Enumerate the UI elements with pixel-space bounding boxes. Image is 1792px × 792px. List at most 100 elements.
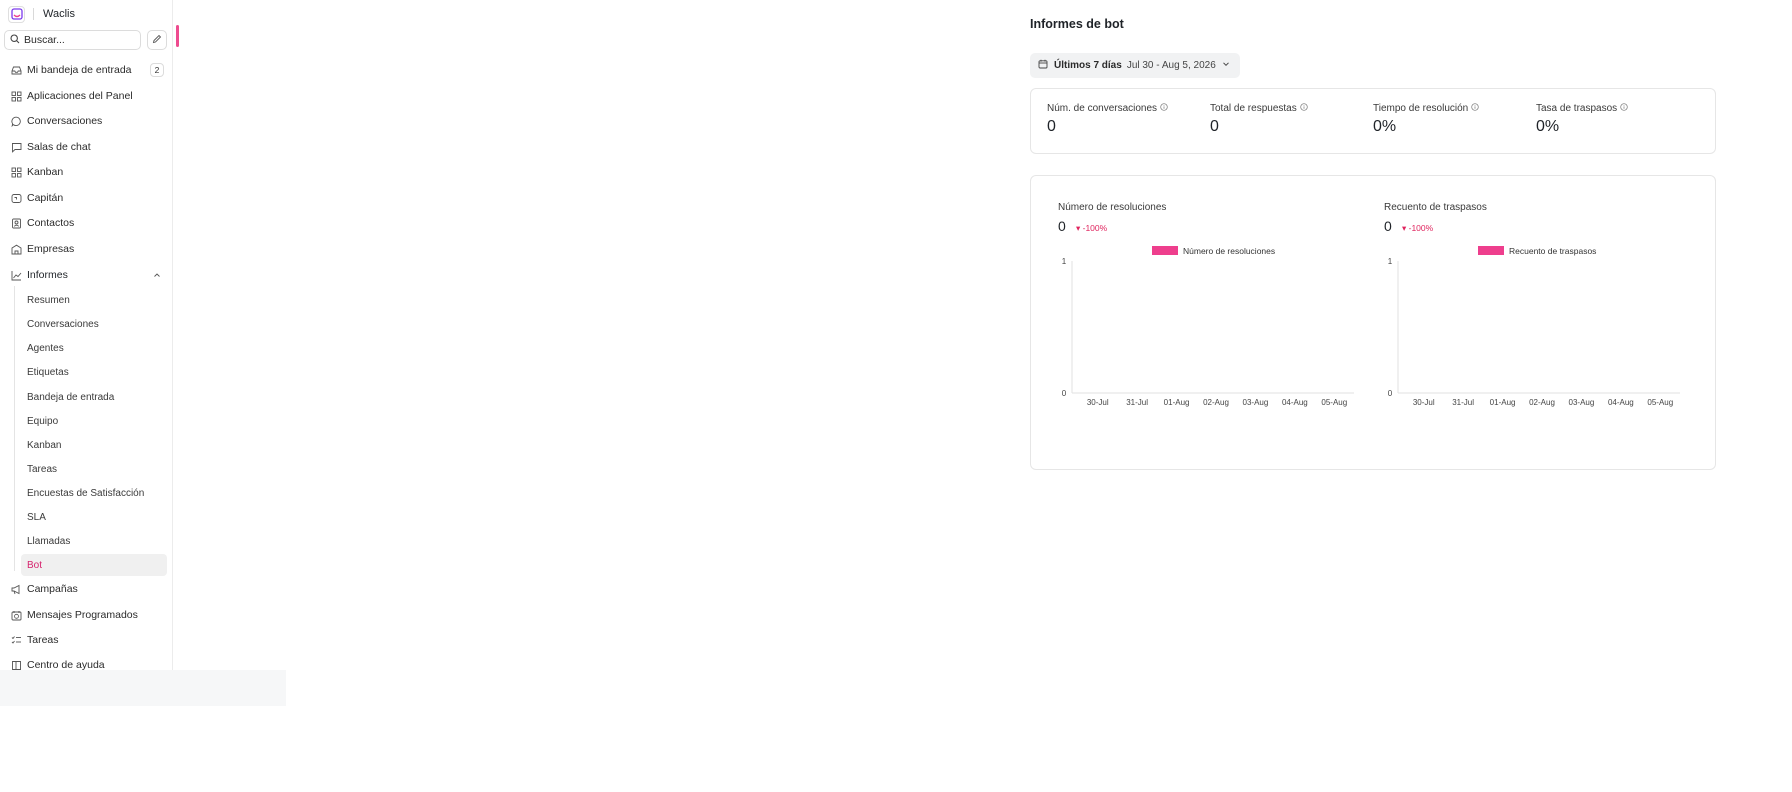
charts-card: Número de resoluciones 0 ▾ -100% Número … [1030,175,1716,470]
sidebar-item-label: Capitán [27,192,64,204]
sidebar-item-captain[interactable]: Capitán [6,187,167,209]
reports-sub-calls[interactable]: Llamadas [21,530,167,552]
sidebar-item-label: Contactos [27,217,75,229]
info-icon[interactable] [1471,103,1479,114]
reports-subtree-line [14,286,15,571]
legend-label: Recuento de traspasos [1509,246,1596,256]
sidebar-item-label: Informes [27,269,68,281]
sidebar-item-chat-rooms[interactable]: Salas de chat [6,136,167,158]
legend-swatch [1478,246,1504,255]
sidebar-item-label: Campañas [27,583,78,595]
legend-swatch [1152,246,1178,255]
x-tick-label: 04-Aug [1608,398,1634,407]
info-icon[interactable] [1620,103,1628,114]
reports-sub-conversations[interactable]: Conversaciones [21,313,167,335]
chart-change-badge: ▾ -100% [1076,223,1108,233]
sidebar-item-inbox[interactable]: Mi bandeja de entrada 2 [6,59,167,81]
sidebar-item-scheduled-messages[interactable]: Mensajes Programados [6,604,167,626]
sidebar-resize-handle[interactable] [176,25,179,47]
inbox-count-badge: 2 [150,63,164,77]
compose-button[interactable] [147,30,167,50]
chart-title: Recuento de traspasos [1384,202,1487,213]
chart-title: Número de resoluciones [1058,202,1167,213]
x-tick-label: 02-Aug [1203,398,1229,407]
list-check-icon [10,634,22,646]
metric-conversations: Núm. de conversaciones 0 [1047,103,1207,136]
reports-sub-team[interactable]: Equipo [21,410,167,432]
y-tick-label: 0 [1388,389,1393,398]
metric-label: Total de respuestas [1210,103,1297,114]
sidebar-item-tasks[interactable]: Tareas [6,629,167,651]
date-range-button[interactable]: Últimos 7 días Jul 30 - Aug 5, 2026 [1030,53,1240,78]
x-tick-label: 01-Aug [1490,398,1516,407]
sidebar-item-label: Conversaciones [27,115,103,127]
y-tick-label: 1 [1062,257,1067,266]
x-tick-label: 30-Jul [1413,398,1435,407]
building-icon [10,243,22,255]
sidebar: Waclis Mi bandeja de entrada 2 Aplicacio… [0,0,173,670]
legend-label: Número de resoluciones [1183,246,1275,256]
chart-change-badge: ▾ -100% [1402,223,1434,233]
x-tick-label: 31-Jul [1126,398,1148,407]
x-tick-label: 01-Aug [1164,398,1190,407]
metric-responses: Total de respuestas 0 [1210,103,1370,136]
sidebar-item-help-center[interactable]: Centro de ayuda [6,654,167,670]
date-range-label: Últimos 7 días [1054,60,1122,71]
reports-sub-tasks[interactable]: Tareas [21,458,167,480]
sidebar-item-label: Mi bandeja de entrada [27,64,132,76]
sidebar-item-conversations[interactable]: Conversaciones [6,110,167,132]
bot-icon [10,192,22,204]
sidebar-item-label: Salas de chat [27,141,91,153]
sidebar-item-apps[interactable]: Aplicaciones del Panel [6,85,167,107]
search-box[interactable] [4,30,141,50]
chevron-up-icon[interactable] [153,270,161,282]
sidebar-item-contacts[interactable]: Contactos [6,212,167,234]
pencil-icon [152,33,162,47]
metrics-card: Núm. de conversaciones 0 Total de respue… [1030,88,1716,154]
sidebar-item-reports[interactable]: Informes [6,264,167,286]
sidebar-item-companies[interactable]: Empresas [6,238,167,260]
reports-sub-bot[interactable]: Bot [21,554,167,576]
date-range-value: Jul 30 - Aug 5, 2026 [1126,60,1216,71]
chart-summary-value: 0 [1384,218,1392,234]
sidebar-item-campaigns[interactable]: Campañas [6,578,167,600]
x-tick-label: 03-Aug [1569,398,1595,407]
metric-value: 0% [1373,118,1397,135]
reports-sub-agents[interactable]: Agentes [21,337,167,359]
metric-label: Tiempo de resolución [1373,103,1469,114]
x-tick-label: 05-Aug [1321,398,1347,407]
brand[interactable]: Waclis [8,5,75,23]
chart-handoffs-plot: Recuento de traspasos 0 1 30-Jul 31-Jul 01-Au… [1388,246,1680,407]
reports-sub-summary[interactable]: Resumen [21,289,167,311]
chart-resolutions-plot: Número de resoluciones 0 1 30-Jul 31-Jul 01-A… [1062,246,1354,407]
reports-sub-inbox[interactable]: Bandeja de entrada [21,386,167,408]
sidebar-item-label: Centro de ayuda [27,659,105,670]
x-tick-label: 02-Aug [1529,398,1555,407]
reports-sub-kanban[interactable]: Kanban [21,434,167,456]
apps-icon [10,90,22,102]
app-logo-icon [8,5,25,23]
page-title: Informes de bot [1030,17,1124,31]
y-tick-label: 1 [1388,257,1393,266]
reports-sub-csat[interactable]: Encuestas de Satisfacción [21,482,167,504]
metric-label: Núm. de conversaciones [1047,103,1158,114]
metric-handoff-rate: Tasa de traspasos 0% [1536,103,1696,136]
sidebar-item-label: Mensajes Programados [27,609,138,621]
workspace-name: Waclis [43,8,75,20]
x-tick-label: 03-Aug [1243,398,1269,407]
metric-value: 0 [1210,118,1219,135]
search-row [4,30,167,50]
reports-sub-labels[interactable]: Etiquetas [21,361,167,383]
sidebar-item-kanban[interactable]: Kanban [6,161,167,183]
sidebar-bottom-panel [0,670,286,706]
search-input[interactable] [24,34,124,46]
metric-value: 0% [1536,118,1560,135]
contact-icon [10,217,22,229]
metric-label: Tasa de traspasos [1536,103,1618,114]
inbox-icon [10,64,22,76]
sidebar-item-label: Empresas [27,243,75,255]
info-icon[interactable] [1300,103,1308,114]
info-icon[interactable] [1160,103,1168,114]
reports-sub-sla[interactable]: SLA [21,506,167,528]
x-tick-label: 30-Jul [1087,398,1109,407]
